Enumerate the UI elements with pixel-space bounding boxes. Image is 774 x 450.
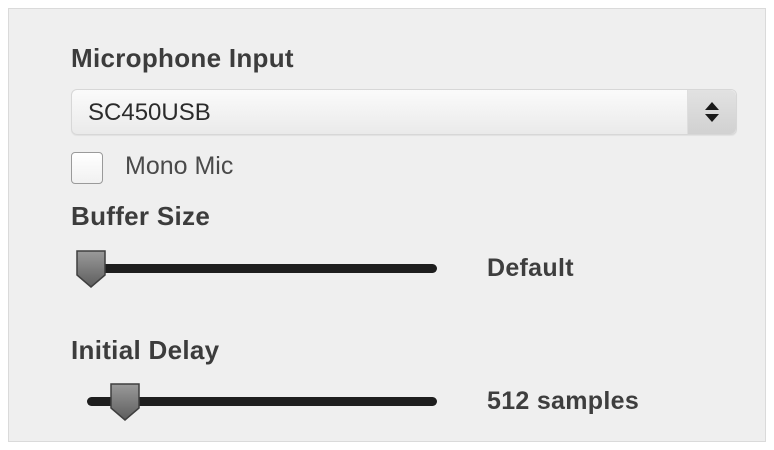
up-down-chevron-icon[interactable] [687,90,736,134]
initial-delay-label: Initial Delay [71,335,220,365]
buffer-size-slider-thumb[interactable] [74,249,108,289]
buffer-size-slider[interactable] [74,249,447,289]
initial-delay-value: 512 samples [487,387,640,415]
buffer-size-slider-track[interactable] [87,264,437,273]
microphone-input-selected-value: SC450USB [88,99,211,126]
initial-delay-slider[interactable] [77,382,447,422]
audio-settings-panel: Microphone Input SC450USB Mono Mic Buffe… [8,8,766,442]
buffer-size-label: Buffer Size [71,201,211,231]
buffer-size-value: Default [487,254,574,282]
mono-mic-label[interactable]: Mono Mic [125,152,233,181]
initial-delay-slider-thumb[interactable] [108,382,142,422]
microphone-input-label: Microphone Input [71,43,294,73]
mono-mic-checkbox[interactable] [71,152,103,184]
microphone-input-select[interactable]: SC450USB [71,89,737,135]
